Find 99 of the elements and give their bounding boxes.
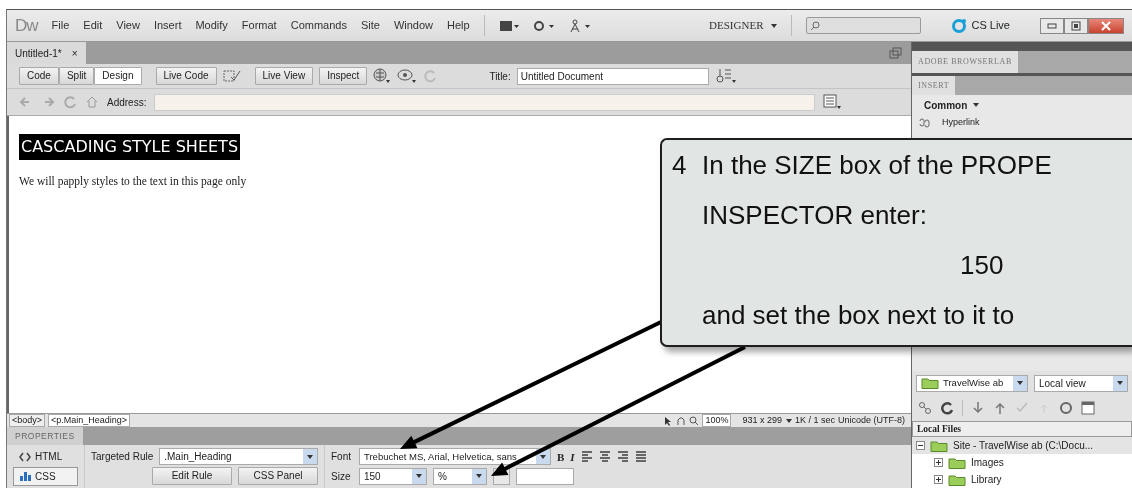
title-label: Title:: [489, 69, 511, 84]
font-select[interactable]: Trebuchet MS, Arial, Helvetica, sans: [359, 448, 551, 466]
maximize-button[interactable]: [1064, 17, 1088, 34]
check-box-icon[interactable]: [222, 69, 241, 83]
cs-live-icon: [951, 17, 968, 34]
callout-text: 150: [960, 248, 1004, 282]
maximize-icon: [1071, 20, 1081, 31]
expander-icon[interactable]: [934, 475, 943, 484]
title-field[interactable]: Untitled Document: [516, 67, 709, 85]
html-mode-button[interactable]: HTML: [13, 447, 78, 467]
size-field[interactable]: 150: [359, 467, 427, 485]
live-view-button[interactable]: Live View: [254, 67, 314, 85]
menu-item[interactable]: Site: [360, 17, 380, 34]
align-right-icon[interactable]: [616, 450, 629, 464]
layout-menu-icon[interactable]: [498, 19, 519, 32]
page-heading: CASCADING STYLE SHEETS: [19, 134, 241, 160]
files-column-header: Local Files: [912, 421, 1132, 437]
workspace-switcher[interactable]: DESIGNER: [709, 17, 778, 34]
menu-item[interactable]: File: [51, 17, 70, 34]
site-select[interactable]: TravelWise ab: [916, 374, 1028, 392]
targeted-rule-select[interactable]: .Main_Heading: [159, 448, 318, 465]
italic-button[interactable]: I: [570, 448, 575, 465]
align-center-icon[interactable]: [598, 450, 611, 464]
connect-icon[interactable]: [918, 401, 932, 415]
window-size-menu[interactable]: 931 x 299: [742, 413, 792, 428]
panel-tab[interactable]: ADOBE BROWSERLAB: [912, 51, 1018, 73]
app-logo: Dw: [15, 14, 38, 37]
close-tab-button[interactable]: ×: [71, 45, 78, 61]
document-tab[interactable]: Untitled-1* ×: [7, 42, 86, 64]
panel-tab[interactable]: PROPERTIES: [7, 427, 83, 445]
insert-category-menu[interactable]: Common: [912, 95, 1132, 115]
justify-icon[interactable]: [634, 450, 647, 464]
tree-item[interactable]: Site - TravelWise ab (C:\Docu...: [912, 437, 1132, 454]
view-tab[interactable]: Split: [58, 67, 95, 85]
zoom-tool-icon[interactable]: [689, 415, 700, 426]
folder-icon: [948, 473, 966, 486]
expander-icon[interactable]: [916, 441, 925, 450]
menu-item[interactable]: Edit: [83, 17, 103, 34]
caret-icon: [973, 103, 980, 107]
page-paragraph: We will papply styles to the text in this page only: [19, 174, 247, 190]
field-label: Font: [331, 450, 352, 465]
panel-tab[interactable]: INSERT: [912, 76, 956, 95]
field-label: Size: [331, 469, 352, 484]
bold-button[interactable]: B: [557, 448, 565, 465]
align-left-icon[interactable]: [580, 450, 593, 464]
tree-item[interactable]: Images: [912, 454, 1132, 471]
tag-selector-item[interactable]: <body>: [9, 414, 46, 427]
options-icon[interactable]: [823, 94, 841, 110]
unit-select[interactable]: %: [433, 467, 487, 485]
view-select[interactable]: Local view: [1034, 374, 1128, 392]
css-icon: [19, 470, 31, 483]
callout-text: and set the box next to it to: [702, 298, 1015, 332]
caret-icon: [785, 418, 792, 423]
css-panel-button[interactable]: CSS Panel: [238, 467, 318, 485]
cs-live-button[interactable]: CS Live: [951, 17, 1010, 34]
color-field[interactable]: [516, 467, 574, 485]
css-mode-button[interactable]: CSS: [13, 466, 78, 486]
caret-icon: [771, 23, 778, 28]
callout-text: In the SIZE box of the PROPE: [702, 148, 1052, 182]
close-button[interactable]: [1088, 17, 1124, 34]
address-field[interactable]: [154, 93, 815, 111]
minimize-icon: [1047, 22, 1057, 29]
insert-item[interactable]: Hyperlink: [912, 115, 1132, 131]
menu-item[interactable]: Insert: [153, 17, 182, 34]
live-code-button[interactable]: Live Code: [155, 67, 217, 85]
search-field[interactable]: [806, 17, 922, 34]
inspect-button[interactable]: Inspect: [319, 67, 368, 85]
edit-rule-button[interactable]: Edit Rule: [152, 467, 232, 485]
step-number: 4: [672, 148, 688, 182]
address-label: Address:: [107, 95, 147, 110]
zoom-field[interactable]: 100%: [702, 414, 732, 427]
search-icon: [810, 20, 821, 31]
code-icon: [19, 451, 31, 462]
expander-icon[interactable]: [934, 458, 943, 467]
menu-item[interactable]: Help: [447, 17, 470, 34]
menu-item[interactable]: Commands: [290, 17, 347, 34]
hand-tool-icon[interactable]: [676, 415, 687, 426]
folder-icon: [921, 377, 939, 389]
close-icon: [1101, 20, 1111, 31]
menu-item[interactable]: Window: [393, 17, 434, 34]
field-label: Targeted Rule: [91, 450, 154, 464]
callout-text: INSPECTOR enter:: [702, 198, 927, 232]
file-management-icon[interactable]: [714, 68, 737, 84]
refresh-icon[interactable]: [940, 401, 954, 415]
folder-icon: [948, 456, 966, 469]
eye-icon[interactable]: [397, 68, 418, 84]
globe-icon[interactable]: [373, 68, 392, 84]
tree-item[interactable]: Library: [912, 471, 1132, 488]
folder-icon: [930, 439, 948, 452]
expand-icon[interactable]: [1081, 401, 1095, 415]
view-tab[interactable]: Code: [19, 67, 59, 85]
download-info: 1K / 1 sec: [794, 413, 835, 427]
tag-selector-item[interactable]: <p.Main_Heading>: [48, 414, 131, 427]
view-tab[interactable]: Design: [94, 67, 142, 85]
menu-item[interactable]: Modify: [195, 17, 228, 34]
menu-item[interactable]: Format: [241, 17, 277, 34]
link-icon: [918, 118, 930, 128]
menu-item[interactable]: View: [116, 17, 140, 34]
encoding-label: Unicode (UTF-8): [838, 413, 905, 427]
